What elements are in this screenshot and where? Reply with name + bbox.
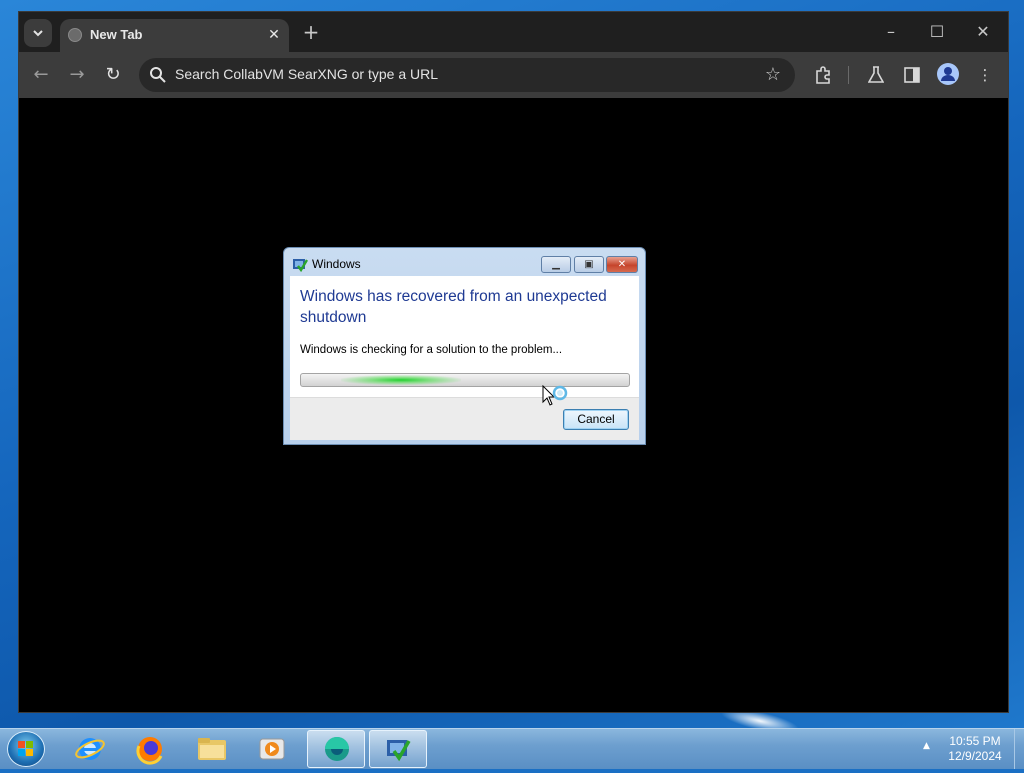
show-desktop-button[interactable] <box>1014 729 1024 769</box>
clock-time: 10:55 PM <box>949 734 1001 748</box>
back-icon[interactable]: ← <box>29 63 53 87</box>
side-panel-icon[interactable] <box>901 64 923 86</box>
dialog-minimize-button[interactable]: ▁ <box>541 256 571 273</box>
internet-explorer-icon <box>75 738 105 760</box>
dialog-footer: Cancel <box>290 397 639 440</box>
firefox-icon <box>136 737 163 765</box>
start-button[interactable] <box>7 731 45 767</box>
dialog-restore-button[interactable]: ▣ <box>574 256 604 273</box>
tab-bar: New Tab ✕ + – ☐ ✕ <box>19 12 1008 52</box>
taskbar: ▲ 10:55 PM 12/9/2024 <box>0 728 1024 769</box>
browser-app-icon <box>325 737 349 761</box>
show-hidden-icons-button[interactable]: ▲ <box>923 741 930 751</box>
problem-reports-taskbar-icon <box>387 740 411 762</box>
search-icon <box>150 67 166 83</box>
recovery-dialog: Windows ▁ ▣ ✕ Windows has recovered from… <box>283 247 646 445</box>
address-bar-placeholder: Search CollabVM SearXNG or type a URL <box>175 66 438 82</box>
close-icon[interactable]: ✕ <box>265 26 283 44</box>
taskbar-file-explorer[interactable] <box>183 730 241 768</box>
tab-search-button[interactable] <box>24 19 52 47</box>
new-tab-button[interactable]: + <box>301 22 321 42</box>
progress-bar <box>300 373 630 387</box>
windows-logo-icon <box>18 741 33 756</box>
globe-icon <box>68 28 82 42</box>
toolbar-separator <box>848 66 849 84</box>
bookmark-star-icon[interactable]: ☆ <box>765 64 781 85</box>
cancel-button[interactable]: Cancel <box>563 409 629 430</box>
dialog-body: Windows has recovered from an unexpected… <box>290 276 639 397</box>
file-explorer-icon <box>198 738 226 760</box>
maximize-button[interactable]: ☐ <box>922 20 952 44</box>
close-window-button[interactable]: ✕ <box>968 20 998 44</box>
system-clock[interactable]: 10:55 PM 12/9/2024 <box>940 734 1010 764</box>
tab-title: New Tab <box>90 27 143 42</box>
labs-flask-icon[interactable] <box>865 64 887 86</box>
busy-cursor-icon <box>542 385 568 406</box>
chevron-down-icon <box>33 30 43 37</box>
taskbar-firefox[interactable] <box>121 730 179 768</box>
media-player-icon <box>259 738 285 760</box>
dialog-title: Windows <box>312 257 361 271</box>
extensions-icon[interactable] <box>812 64 834 86</box>
minimize-button[interactable]: – <box>876 20 906 44</box>
dialog-message: Windows is checking for a solution to th… <box>300 344 563 356</box>
clock-date: 12/9/2024 <box>948 749 1002 763</box>
taskbar-problem-reports[interactable] <box>369 730 427 768</box>
taskbar-browser-app[interactable] <box>307 730 365 768</box>
dialog-close-button[interactable]: ✕ <box>606 256 638 273</box>
address-bar[interactable]: Search CollabVM SearXNG or type a URL ☆ <box>139 58 795 92</box>
browser-toolbar: ← → ↻ Search CollabVM SearXNG or type a … <box>19 52 1008 98</box>
menu-kebab-icon[interactable]: ⋮ <box>974 64 996 86</box>
forward-icon[interactable]: → <box>65 63 89 87</box>
reload-icon[interactable]: ↻ <box>101 63 125 87</box>
taskbar-media-player[interactable] <box>243 730 301 768</box>
dialog-heading: Windows has recovered from an unexpected… <box>300 288 607 326</box>
profile-avatar-icon[interactable] <box>937 63 959 85</box>
taskbar-internet-explorer[interactable] <box>61 730 119 768</box>
progress-marquee <box>341 375 461 385</box>
problem-reports-icon <box>293 259 308 273</box>
tab-new-tab[interactable]: New Tab ✕ <box>60 19 289 52</box>
